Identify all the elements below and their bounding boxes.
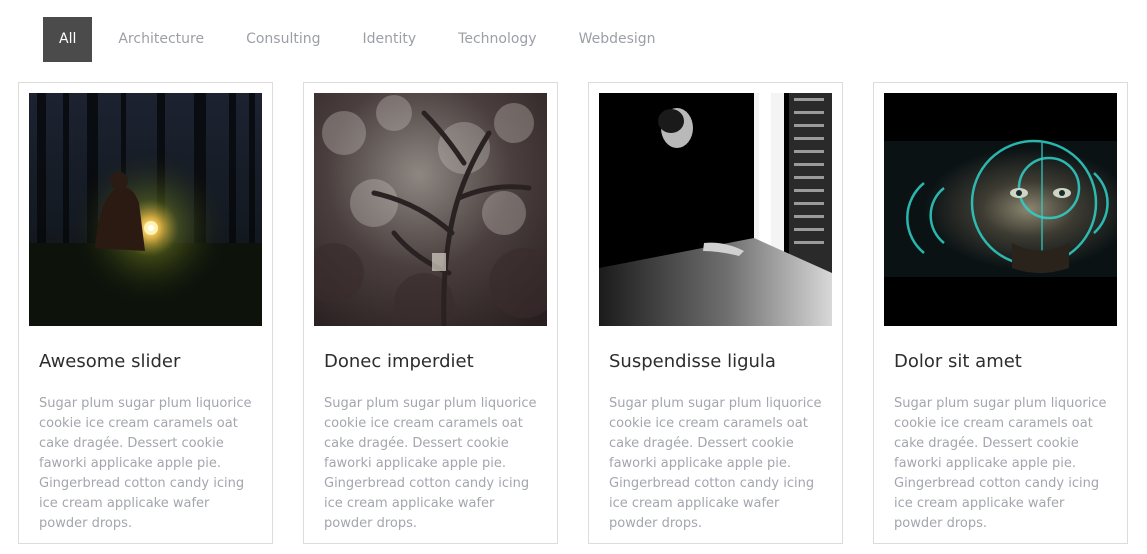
filter-identity[interactable]: Identity [347, 17, 433, 62]
portfolio-image-lantern-forest[interactable] [29, 93, 262, 326]
filter-technology[interactable]: Technology [442, 17, 552, 62]
portfolio-card: Awesome slider Sugar plum sugar plum liq… [18, 82, 273, 544]
card-description: Sugar plum sugar plum liquorice cookie i… [894, 396, 1107, 531]
portfolio-filter-bar: All Architecture Consulting Identity Tec… [43, 17, 682, 62]
portfolio-card: Suspendisse ligula Sugar plum sugar plum… [588, 82, 843, 544]
filter-architecture[interactable]: Architecture [102, 17, 220, 62]
card-title[interactable]: Awesome slider [39, 351, 180, 372]
portfolio-grid: Awesome slider Sugar plum sugar plum liq… [18, 82, 1128, 544]
card-description: Sugar plum sugar plum liquorice cookie i… [324, 396, 537, 531]
card-description: Sugar plum sugar plum liquorice cookie i… [39, 396, 252, 531]
card-title[interactable]: Donec imperdiet [324, 351, 474, 372]
portfolio-card: Dolor sit amet Sugar plum sugar plum liq… [873, 82, 1128, 544]
filter-all[interactable]: All [43, 17, 93, 62]
card-title[interactable]: Suspendisse ligula [609, 351, 776, 372]
portfolio-image-man-doorway[interactable] [599, 93, 832, 326]
portfolio-image-hud-face[interactable] [884, 93, 1117, 326]
card-description: Sugar plum sugar plum liquorice cookie i… [609, 396, 822, 531]
card-title[interactable]: Dolor sit amet [894, 351, 1022, 372]
portfolio-card: Donec imperdiet Sugar plum sugar plum li… [303, 82, 558, 544]
filter-consulting[interactable]: Consulting [230, 17, 336, 62]
filter-webdesign[interactable]: Webdesign [563, 17, 672, 62]
portfolio-image-tree-branches[interactable] [314, 93, 547, 326]
